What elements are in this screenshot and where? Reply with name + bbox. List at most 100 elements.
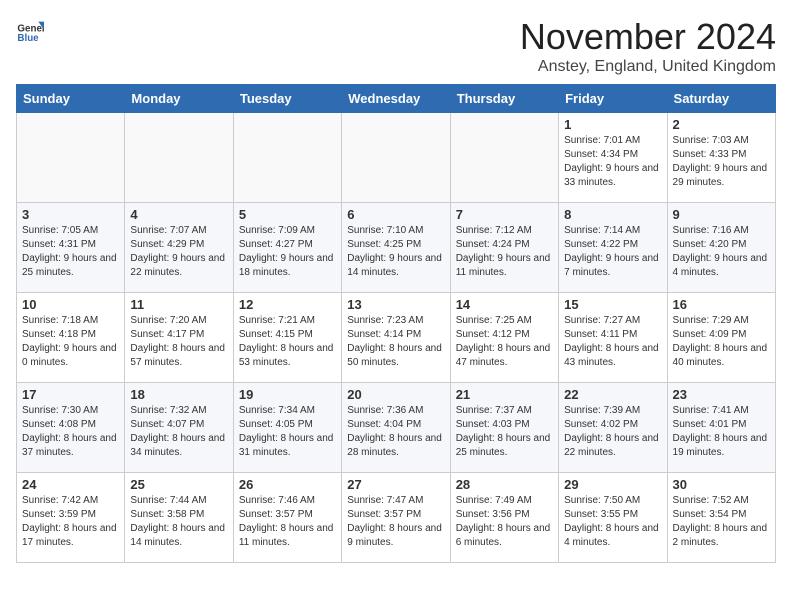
day-number: 15 — [564, 297, 661, 312]
calendar-cell: 4 Sunrise: 7:07 AM Sunset: 4:29 PM Daylig… — [125, 203, 233, 293]
calendar-cell: 14 Sunrise: 7:25 AM Sunset: 4:12 PM Dayli… — [450, 293, 558, 383]
calendar-cell: 10 Sunrise: 7:18 AM Sunset: 4:18 PM Dayli… — [17, 293, 125, 383]
logo-icon: General Blue — [16, 16, 44, 44]
calendar-cell: 9Sunrise: 7:16 AM Sunset: 4:20 PM Daylig… — [667, 203, 775, 293]
calendar-cell: 22 Sunrise: 7:39 AM Sunset: 4:02 PM Dayli… — [559, 383, 667, 473]
cell-content: Sunrise: 7:21 AM Sunset: 4:15 PM Dayligh… — [239, 314, 336, 370]
day-number: 24 — [22, 477, 119, 492]
cell-content: Sunrise: 7:37 AM Sunset: 4:03 PM Dayligh… — [456, 404, 553, 460]
day-number: 21 — [456, 387, 553, 402]
calendar-header-row: SundayMondayTuesdayWednesdayThursdayFrid… — [17, 85, 776, 113]
day-number: 20 — [347, 387, 444, 402]
day-number: 10 — [22, 297, 119, 312]
cell-content: Sunrise: 7:47 AM Sunset: 3:57 PM Dayligh… — [347, 494, 444, 550]
calendar-cell: 26 Sunrise: 7:46 AM Sunset: 3:57 PM Dayli… — [233, 473, 341, 563]
calendar-cell: 29Sunrise: 7:50 AM Sunset: 3:55 PM Dayli… — [559, 473, 667, 563]
calendar-cell: 30 Sunrise: 7:52 AM Sunset: 3:54 PM Dayli… — [667, 473, 775, 563]
calendar-cell: 8Sunrise: 7:14 AM Sunset: 4:22 PM Daylig… — [559, 203, 667, 293]
calendar-cell: 28Sunrise: 7:49 AM Sunset: 3:56 PM Dayli… — [450, 473, 558, 563]
cell-content: Sunrise: 7:29 AM Sunset: 4:09 PM Dayligh… — [673, 314, 770, 370]
calendar-week-3: 10 Sunrise: 7:18 AM Sunset: 4:18 PM Dayli… — [17, 293, 776, 383]
day-number: 3 — [22, 207, 119, 222]
calendar-cell: 13Sunrise: 7:23 AM Sunset: 4:14 PM Dayli… — [342, 293, 450, 383]
cell-content: Sunrise: 7:30 AM Sunset: 4:08 PM Dayligh… — [22, 404, 119, 460]
day-number: 13 — [347, 297, 444, 312]
day-number: 25 — [130, 477, 227, 492]
calendar-cell: 17Sunrise: 7:30 AM Sunset: 4:08 PM Dayli… — [17, 383, 125, 473]
calendar-cell: 19 Sunrise: 7:34 AM Sunset: 4:05 PM Dayli… — [233, 383, 341, 473]
calendar-cell: 12 Sunrise: 7:21 AM Sunset: 4:15 PM Dayli… — [233, 293, 341, 383]
page-header: General Blue November 2024 Anstey, Engla… — [16, 16, 776, 76]
location-title: Anstey, England, United Kingdom — [520, 58, 776, 76]
day-header-monday: Monday — [125, 85, 233, 113]
day-number: 18 — [130, 387, 227, 402]
cell-content: Sunrise: 7:18 AM Sunset: 4:18 PM Dayligh… — [22, 314, 119, 370]
calendar-cell — [125, 113, 233, 203]
day-number: 12 — [239, 297, 336, 312]
cell-content: Sunrise: 7:10 AM Sunset: 4:25 PM Dayligh… — [347, 224, 444, 280]
calendar-cell: 6Sunrise: 7:10 AM Sunset: 4:25 PM Daylig… — [342, 203, 450, 293]
day-number: 16 — [673, 297, 770, 312]
calendar-cell: 11Sunrise: 7:20 AM Sunset: 4:17 PM Dayli… — [125, 293, 233, 383]
calendar-cell: 15 Sunrise: 7:27 AM Sunset: 4:11 PM Dayli… — [559, 293, 667, 383]
cell-content: Sunrise: 7:44 AM Sunset: 3:58 PM Dayligh… — [130, 494, 227, 550]
day-header-friday: Friday — [559, 85, 667, 113]
cell-content: Sunrise: 7:32 AM Sunset: 4:07 PM Dayligh… — [130, 404, 227, 460]
calendar-week-1: 1Sunrise: 7:01 AM Sunset: 4:34 PM Daylig… — [17, 113, 776, 203]
calendar-cell — [17, 113, 125, 203]
cell-content: Sunrise: 7:27 AM Sunset: 4:11 PM Dayligh… — [564, 314, 661, 370]
day-number: 7 — [456, 207, 553, 222]
day-number: 9 — [673, 207, 770, 222]
day-header-sunday: Sunday — [17, 85, 125, 113]
calendar-cell — [233, 113, 341, 203]
day-number: 2 — [673, 117, 770, 132]
calendar-cell: 25 Sunrise: 7:44 AM Sunset: 3:58 PM Dayli… — [125, 473, 233, 563]
day-number: 22 — [564, 387, 661, 402]
calendar-week-2: 3Sunrise: 7:05 AM Sunset: 4:31 PM Daylig… — [17, 203, 776, 293]
calendar-week-5: 24 Sunrise: 7:42 AM Sunset: 3:59 PM Dayli… — [17, 473, 776, 563]
day-number: 27 — [347, 477, 444, 492]
cell-content: Sunrise: 7:09 AM Sunset: 4:27 PM Dayligh… — [239, 224, 336, 280]
cell-content: Sunrise: 7:42 AM Sunset: 3:59 PM Dayligh… — [22, 494, 119, 550]
cell-content: Sunrise: 7:03 AM Sunset: 4:33 PM Dayligh… — [673, 134, 770, 190]
cell-content: Sunrise: 7:52 AM Sunset: 3:54 PM Dayligh… — [673, 494, 770, 550]
cell-content: Sunrise: 7:14 AM Sunset: 4:22 PM Dayligh… — [564, 224, 661, 280]
calendar-cell: 21 Sunrise: 7:37 AM Sunset: 4:03 PM Dayli… — [450, 383, 558, 473]
calendar-cell — [342, 113, 450, 203]
cell-content: Sunrise: 7:20 AM Sunset: 4:17 PM Dayligh… — [130, 314, 227, 370]
calendar-cell: 24 Sunrise: 7:42 AM Sunset: 3:59 PM Dayli… — [17, 473, 125, 563]
cell-content: Sunrise: 7:34 AM Sunset: 4:05 PM Dayligh… — [239, 404, 336, 460]
cell-content: Sunrise: 7:01 AM Sunset: 4:34 PM Dayligh… — [564, 134, 661, 190]
logo: General Blue — [16, 16, 48, 44]
calendar-cell: 27 Sunrise: 7:47 AM Sunset: 3:57 PM Dayli… — [342, 473, 450, 563]
cell-content: Sunrise: 7:41 AM Sunset: 4:01 PM Dayligh… — [673, 404, 770, 460]
day-number: 29 — [564, 477, 661, 492]
svg-text:Blue: Blue — [17, 33, 39, 44]
day-number: 30 — [673, 477, 770, 492]
calendar-cell: 18 Sunrise: 7:32 AM Sunset: 4:07 PM Dayli… — [125, 383, 233, 473]
cell-content: Sunrise: 7:46 AM Sunset: 3:57 PM Dayligh… — [239, 494, 336, 550]
title-section: November 2024 Anstey, England, United Ki… — [520, 16, 776, 76]
cell-content: Sunrise: 7:07 AM Sunset: 4:29 PM Dayligh… — [130, 224, 227, 280]
day-number: 14 — [456, 297, 553, 312]
calendar-cell: 20 Sunrise: 7:36 AM Sunset: 4:04 PM Dayli… — [342, 383, 450, 473]
day-number: 4 — [130, 207, 227, 222]
cell-content: Sunrise: 7:25 AM Sunset: 4:12 PM Dayligh… — [456, 314, 553, 370]
day-header-thursday: Thursday — [450, 85, 558, 113]
day-number: 26 — [239, 477, 336, 492]
calendar-cell: 5Sunrise: 7:09 AM Sunset: 4:27 PM Daylig… — [233, 203, 341, 293]
calendar-cell: 2 Sunrise: 7:03 AM Sunset: 4:33 PM Daylig… — [667, 113, 775, 203]
day-number: 19 — [239, 387, 336, 402]
calendar-cell: 23Sunrise: 7:41 AM Sunset: 4:01 PM Dayli… — [667, 383, 775, 473]
month-title: November 2024 — [520, 16, 776, 58]
day-number: 28 — [456, 477, 553, 492]
calendar-cell: 1Sunrise: 7:01 AM Sunset: 4:34 PM Daylig… — [559, 113, 667, 203]
cell-content: Sunrise: 7:12 AM Sunset: 4:24 PM Dayligh… — [456, 224, 553, 280]
calendar-week-4: 17Sunrise: 7:30 AM Sunset: 4:08 PM Dayli… — [17, 383, 776, 473]
day-header-wednesday: Wednesday — [342, 85, 450, 113]
calendar-cell: 7 Sunrise: 7:12 AM Sunset: 4:24 PM Daylig… — [450, 203, 558, 293]
calendar-cell: 16 Sunrise: 7:29 AM Sunset: 4:09 PM Dayli… — [667, 293, 775, 383]
cell-content: Sunrise: 7:36 AM Sunset: 4:04 PM Dayligh… — [347, 404, 444, 460]
cell-content: Sunrise: 7:39 AM Sunset: 4:02 PM Dayligh… — [564, 404, 661, 460]
calendar-cell — [450, 113, 558, 203]
